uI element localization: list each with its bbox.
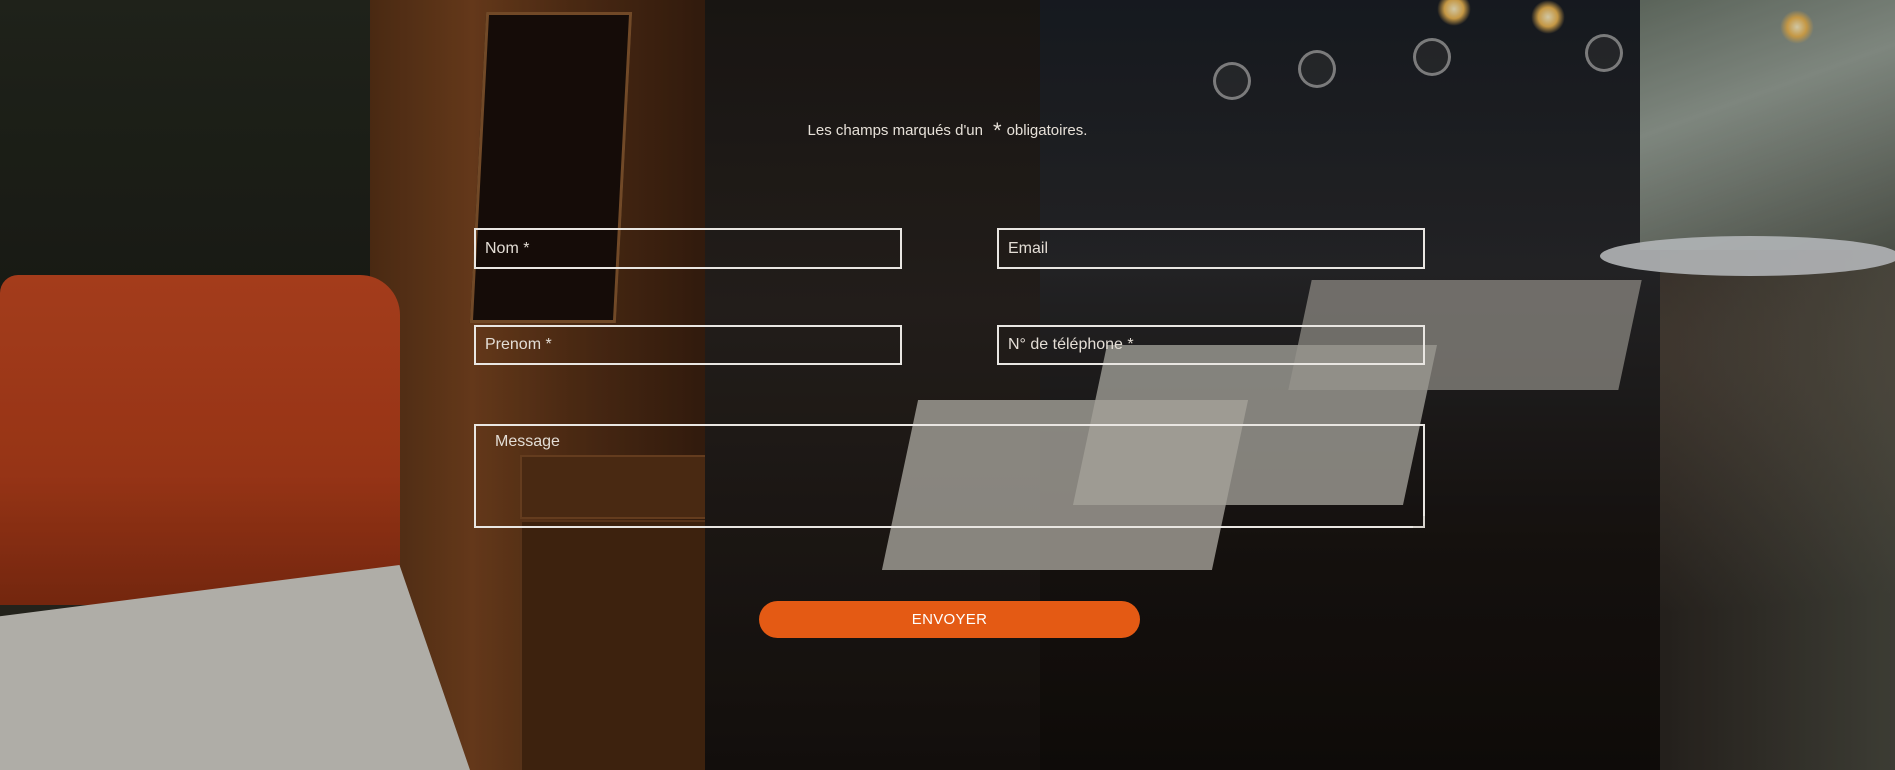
contact-page: Les champs marqués d'un *obligatoires. EN… bbox=[0, 0, 1895, 770]
message-textarea[interactable] bbox=[474, 424, 1425, 528]
required-star: * bbox=[993, 118, 1002, 143]
required-note-text: Les champs marqués d'un bbox=[807, 122, 983, 139]
required-fields-note: Les champs marqués d'un * obligatoires. bbox=[0, 118, 1895, 144]
background-dim-overlay bbox=[0, 0, 1895, 770]
last-name-input[interactable] bbox=[474, 228, 902, 269]
required-note-suffix: obligatoires. bbox=[1006, 122, 1088, 139]
email-input[interactable] bbox=[997, 228, 1425, 269]
restaurant-background-image bbox=[0, 0, 1895, 770]
first-name-input[interactable] bbox=[474, 325, 902, 365]
textarea-resize-handle[interactable] bbox=[1413, 516, 1425, 528]
phone-input[interactable] bbox=[997, 325, 1425, 365]
send-button[interactable]: ENVOYER bbox=[759, 601, 1140, 638]
